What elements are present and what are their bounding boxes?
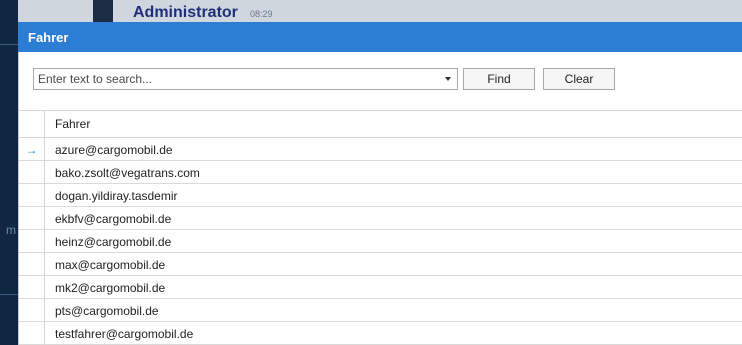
row-indicator (19, 276, 45, 299)
table-cell: mk2@cargomobil.de (55, 281, 166, 295)
chevron-down-icon (445, 77, 451, 81)
fahrer-grid: Fahrer → azure@cargomobil.de bako.zsolt@… (19, 110, 742, 345)
table-cell: azure@cargomobil.de (55, 143, 173, 157)
background-header-tab (93, 0, 113, 22)
row-indicator-header (19, 111, 45, 137)
table-row[interactable]: mk2@cargomobil.de (19, 276, 742, 299)
grid-header: Fahrer (19, 110, 742, 138)
table-cell: dogan.yildiray.tasdemir (55, 189, 178, 203)
background-header: Administrator 08:29 (18, 0, 742, 22)
table-row[interactable]: max@cargomobil.de (19, 253, 742, 276)
search-input[interactable] (34, 69, 438, 89)
row-indicator (19, 299, 45, 322)
column-header-fahrer[interactable]: Fahrer (55, 117, 90, 131)
row-indicator (19, 253, 45, 276)
table-row[interactable]: testfahrer@cargomobil.de (19, 322, 742, 345)
row-indicator (19, 161, 45, 184)
row-indicator: → (19, 138, 45, 161)
dialog-titlebar[interactable]: Fahrer (18, 22, 742, 52)
clear-button[interactable]: Clear (543, 68, 615, 90)
table-row[interactable]: ekbfv@cargomobil.de (19, 207, 742, 230)
clock-time: 08:29 (250, 9, 273, 19)
table-cell: pts@cargomobil.de (55, 304, 159, 318)
table-cell: testfahrer@cargomobil.de (55, 327, 194, 341)
logged-in-user: Administrator (133, 4, 238, 21)
table-cell: heinz@cargomobil.de (55, 235, 172, 249)
arrow-right-icon: → (25, 142, 38, 157)
row-indicator (19, 230, 45, 253)
search-combobox[interactable] (33, 68, 458, 90)
row-indicator (19, 207, 45, 230)
sidebar-divider (0, 294, 18, 295)
table-row[interactable]: dogan.yildiray.tasdemir (19, 184, 742, 207)
table-cell: max@cargomobil.de (55, 258, 166, 272)
find-button[interactable]: Find (463, 68, 535, 90)
grid-body: → azure@cargomobil.de bako.zsolt@vegatra… (19, 138, 742, 345)
table-row[interactable]: heinz@cargomobil.de (19, 230, 742, 253)
table-row[interactable]: bako.zsolt@vegatrans.com (19, 161, 742, 184)
table-cell: bako.zsolt@vegatrans.com (55, 166, 200, 180)
table-row[interactable]: → azure@cargomobil.de (19, 138, 742, 161)
background-sidebar: m (0, 0, 18, 345)
search-dropdown-button[interactable] (439, 69, 457, 89)
dialog-title: Fahrer (28, 30, 69, 45)
fahrer-dialog: Fahrer Find Clear Fahrer → azure@cargomo… (18, 22, 742, 345)
table-cell: ekbfv@cargomobil.de (55, 212, 172, 226)
row-indicator (19, 322, 45, 345)
sidebar-divider (0, 44, 18, 45)
row-indicator (19, 184, 45, 207)
background-sidebar-text: m (6, 223, 16, 237)
table-row[interactable]: pts@cargomobil.de (19, 299, 742, 322)
dialog-content: Find Clear Fahrer → azure@cargomobil.de … (18, 52, 742, 345)
